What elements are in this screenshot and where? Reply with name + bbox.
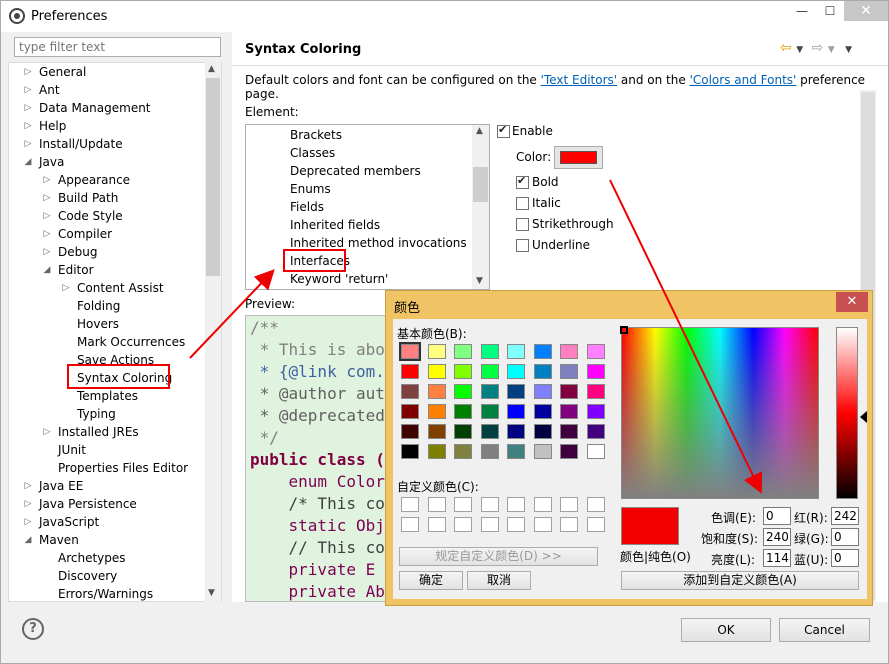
basic-color-swatch[interactable] <box>533 344 552 359</box>
custom-color-swatch[interactable] <box>586 517 605 532</box>
basic-color-swatch[interactable] <box>454 404 472 419</box>
basic-color-swatch[interactable] <box>427 364 446 379</box>
basic-color-swatch[interactable] <box>480 384 499 399</box>
basic-color-swatch[interactable] <box>586 364 605 379</box>
custom-color-swatch[interactable] <box>560 497 578 512</box>
basic-color-swatch[interactable] <box>507 404 525 419</box>
basic-color-swatch[interactable] <box>586 444 605 459</box>
basic-color-swatch[interactable] <box>480 444 499 459</box>
basic-color-swatch[interactable] <box>533 364 552 379</box>
basic-color-swatch[interactable] <box>427 444 446 459</box>
basic-color-swatch[interactable] <box>454 444 472 459</box>
basic-color-swatch[interactable] <box>427 384 446 399</box>
basic-color-swatch[interactable] <box>560 344 578 359</box>
basic-color-swatch[interactable] <box>586 344 605 359</box>
custom-color-swatch[interactable] <box>427 517 446 532</box>
basic-color-swatch[interactable] <box>480 424 499 439</box>
basic-color-swatch[interactable] <box>586 404 605 419</box>
custom-color-swatch[interactable] <box>586 497 605 512</box>
custom-color-swatch[interactable] <box>427 497 446 512</box>
custom-color-swatch[interactable] <box>507 517 525 532</box>
custom-color-swatch[interactable] <box>533 497 552 512</box>
annotation-arrows <box>189 179 763 494</box>
basic-color-swatch[interactable] <box>507 364 525 379</box>
basic-color-swatch[interactable] <box>533 404 552 419</box>
basic-color-swatch[interactable] <box>560 404 578 419</box>
annotation-arrow-2 <box>609 179 763 494</box>
basic-color-swatch[interactable] <box>427 344 446 359</box>
custom-color-swatch[interactable] <box>560 517 578 532</box>
basic-color-swatch[interactable] <box>533 424 552 439</box>
basic-color-swatch[interactable] <box>507 344 525 359</box>
basic-color-swatch[interactable] <box>586 384 605 399</box>
basic-color-swatch[interactable] <box>586 424 605 439</box>
basic-color-swatch[interactable] <box>454 424 472 439</box>
basic-color-swatch[interactable] <box>507 424 525 439</box>
basic-color-swatch[interactable] <box>560 384 578 399</box>
custom-color-swatch[interactable] <box>533 517 552 532</box>
basic-color-swatch[interactable] <box>480 404 499 419</box>
basic-color-swatch[interactable] <box>454 364 472 379</box>
custom-color-swatch[interactable] <box>401 517 419 532</box>
basic-color-swatch[interactable] <box>401 444 419 459</box>
basic-color-swatch[interactable] <box>401 424 419 439</box>
basic-color-swatch[interactable] <box>507 444 525 459</box>
basic-color-swatch[interactable] <box>401 364 419 379</box>
basic-color-swatch[interactable] <box>480 344 499 359</box>
basic-color-swatch[interactable] <box>507 384 525 399</box>
custom-color-swatch[interactable] <box>454 497 472 512</box>
basic-color-swatch[interactable] <box>399 342 421 361</box>
custom-color-swatch[interactable] <box>454 517 472 532</box>
basic-color-swatch[interactable] <box>560 444 578 459</box>
basic-color-swatch[interactable] <box>427 424 446 439</box>
basic-color-swatch[interactable] <box>533 444 552 459</box>
basic-color-swatch[interactable] <box>427 404 446 419</box>
basic-color-swatch[interactable] <box>533 384 552 399</box>
basic-color-swatch[interactable] <box>454 344 472 359</box>
basic-color-swatch[interactable] <box>401 404 419 419</box>
custom-color-swatch[interactable] <box>507 497 525 512</box>
annotation-arrow-1 <box>189 269 275 359</box>
basic-color-swatch[interactable] <box>401 384 419 399</box>
custom-color-swatch[interactable] <box>480 497 499 512</box>
custom-color-swatch[interactable] <box>480 517 499 532</box>
basic-color-swatch[interactable] <box>454 384 472 399</box>
basic-color-swatch[interactable] <box>560 424 578 439</box>
custom-color-swatch[interactable] <box>401 497 419 512</box>
basic-color-swatch[interactable] <box>560 364 578 379</box>
basic-color-swatch[interactable] <box>480 364 499 379</box>
